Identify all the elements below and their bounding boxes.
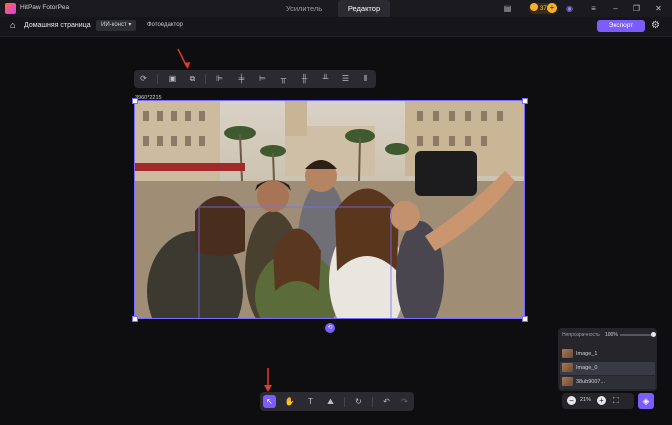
opacity-value: 100% xyxy=(605,332,618,338)
redo-icon[interactable]: ↷ xyxy=(399,396,410,407)
rotate-handle-icon[interactable]: ⟲ xyxy=(325,323,335,333)
tools-toolbar: ↖ ✋ T ⛰ ↻ ↶ ↷ xyxy=(260,392,414,411)
select-pointer-icon[interactable]: ↖ xyxy=(264,396,275,407)
zoom-in-icon[interactable]: + xyxy=(597,396,606,405)
opacity-slider[interactable] xyxy=(620,334,653,336)
layer-name: Image_0 xyxy=(576,365,598,371)
tab-editor[interactable]: Редактор xyxy=(338,0,390,17)
align-right-icon[interactable]: ⊨ xyxy=(257,73,268,84)
layer-item[interactable]: 38ub9007... xyxy=(560,376,655,389)
toolbar-divider xyxy=(372,397,373,407)
close-icon[interactable]: ✕ xyxy=(653,3,664,14)
toolbar-divider xyxy=(344,397,345,407)
canvas-photo[interactable] xyxy=(134,100,525,319)
gear-icon[interactable]: ⚙ xyxy=(651,20,662,31)
opacity-slider-knob[interactable] xyxy=(651,332,656,337)
layer-name: Image_1 xyxy=(576,351,598,357)
account-icon[interactable]: ◉ xyxy=(564,3,575,14)
hand-icon[interactable]: ✋ xyxy=(284,396,295,407)
image-icon[interactable]: ⛰ xyxy=(325,396,336,407)
layer-name: 38ub9007... xyxy=(576,379,606,385)
align-bottom-icon[interactable]: ╨ xyxy=(320,73,331,84)
align-center-v-icon[interactable]: ╫ xyxy=(299,73,310,84)
home-icon[interactable]: ⌂ xyxy=(10,21,19,30)
ai-tools-label: ИИ-конст xyxy=(101,22,127,28)
app-name: HitPaw FotorPea xyxy=(20,4,70,11)
resize-handle-bottom-left[interactable] xyxy=(132,316,138,322)
coin-icon xyxy=(530,3,538,11)
toolbar-divider xyxy=(157,74,158,84)
duplicate-icon[interactable]: ⧉ xyxy=(187,73,198,84)
undo-icon[interactable]: ↶ xyxy=(381,396,392,407)
zoom-out-icon[interactable]: − xyxy=(567,396,576,405)
breadcrumb-photo-editor: Фотоедактор xyxy=(147,22,183,28)
layer-item[interactable]: Image_1 xyxy=(560,348,655,361)
align-top-icon[interactable]: ╥ xyxy=(278,73,289,84)
chevron-down-icon: ▾ xyxy=(128,22,132,28)
layer-thumbnail xyxy=(562,349,573,359)
rotate-crop-icon[interactable]: ⟳ xyxy=(138,73,149,84)
tab-enhancer[interactable]: Усилитель xyxy=(262,0,346,17)
layer-item[interactable]: Image_0 xyxy=(560,362,655,375)
resize-handle-top-left[interactable] xyxy=(132,98,138,104)
pointer-arrow-bottom xyxy=(264,368,272,392)
distribute-h-icon[interactable]: ☰ xyxy=(340,73,351,84)
photo-illustration xyxy=(135,101,524,318)
select-image-icon[interactable]: ▣ xyxy=(167,73,178,84)
pointer-arrow-top xyxy=(177,48,190,69)
menu-icon[interactable]: ≡ xyxy=(588,3,599,14)
opacity-label: Непрозрачность xyxy=(562,332,600,338)
layer-thumbnail xyxy=(562,363,573,373)
home-link[interactable]: Домашняя страница xyxy=(24,22,91,29)
add-credits-icon[interactable]: + xyxy=(547,3,557,13)
fit-screen-icon[interactable]: ⛶ xyxy=(613,396,623,406)
align-center-h-icon[interactable]: ╪ xyxy=(236,73,247,84)
resize-handle-top-right[interactable] xyxy=(522,98,528,104)
align-left-icon[interactable]: ⊫ xyxy=(214,73,225,84)
export-button[interactable]: Экспорт xyxy=(597,20,645,32)
toolbar-divider xyxy=(205,74,206,84)
arrange-toolbar: ⟳ ▣ ⧉ ⊫ ╪ ⊨ ╥ ╫ ╨ ☰ ⦀ xyxy=(134,70,376,88)
notes-icon[interactable]: ▤ xyxy=(502,3,513,14)
text-icon[interactable]: T xyxy=(305,396,316,407)
layer-thumbnail xyxy=(562,377,573,387)
distribute-v-icon[interactable]: ⦀ xyxy=(360,73,371,84)
zoom-level: 21% xyxy=(580,397,592,403)
resize-handle-bottom-right[interactable] xyxy=(522,316,528,322)
app-logo-icon xyxy=(5,3,16,14)
ai-tools-dropdown[interactable]: ИИ-конст ▾ xyxy=(96,20,137,31)
redo-rotate-icon[interactable]: ↻ xyxy=(353,396,364,407)
minimize-icon[interactable]: – xyxy=(610,3,621,14)
restore-icon[interactable]: ❐ xyxy=(631,3,642,14)
layers-toggle-icon[interactable]: ◈ xyxy=(638,393,654,409)
